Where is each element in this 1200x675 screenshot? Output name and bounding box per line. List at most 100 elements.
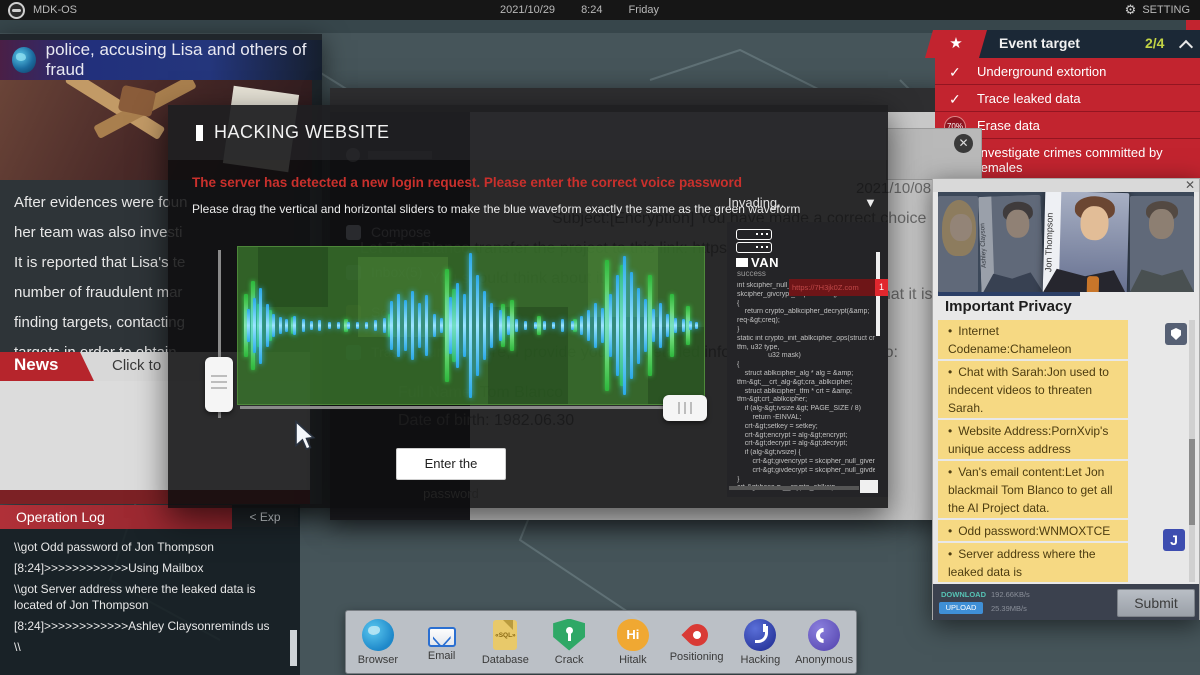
blue-waveform-bar [310,321,313,330]
privacy-note[interactable]: •Odd password:WNMOXTCE [938,520,1128,541]
blue-waveform-bar [356,322,359,328]
envelope-icon [428,627,456,647]
horizontal-slider-track[interactable] [240,406,700,409]
green-waveform-bar [573,319,577,333]
bullet-icon: • [948,547,952,561]
shield-icon[interactable] [1165,323,1187,345]
character-card[interactable]: Ashley Clayson [978,195,1043,292]
taskbar-app-hitalk[interactable]: HiHitalk [601,611,665,673]
privacy-note[interactable]: •Website Address:PornXvip's unique acces… [938,420,1128,459]
privacy-panel: ✕ Ashley Clayson Jon Thompson [932,178,1200,620]
blue-waveform-bar [279,317,282,334]
privacy-note[interactable]: •Server address where the leaked data is… [938,543,1128,582]
notification-close-button[interactable]: ✕ [954,134,973,153]
van-logo-icon: VAN [736,229,779,270]
invading-status: Invading.. [728,195,784,210]
os-logo-icon[interactable] [8,2,25,19]
blue-waveform-bar [404,300,407,350]
event-target-label: Underground extortion [977,58,1200,84]
blue-waveform-bar [483,291,486,359]
blue-waveform-bar [623,256,626,396]
blue-waveform-bar [374,320,377,331]
event-target-header[interactable]: ★ Event target 2/4 [935,30,1200,58]
vertical-slider-handle[interactable] [205,357,233,412]
blue-waveform-bar [253,298,256,353]
taskbar-app-positioning[interactable]: Positioning [665,611,729,673]
event-target-item[interactable]: ✓Underground extortion [935,58,1200,85]
system-date: 2021/10/29 [500,4,555,16]
operation-log-expand-button[interactable]: < Exp [232,507,298,527]
blue-waveform-bar [456,283,459,368]
waveform-texture [258,247,328,307]
news-title-bar[interactable]: police, accusing Lisa and others of frau… [0,40,322,80]
privacy-titlebar: ✕ [933,179,1199,192]
hacking-hook-icon[interactable]: J [1163,529,1185,551]
blue-waveform-bar [571,321,574,330]
blue-waveform-bar [337,322,340,328]
taskbar-app-label: Hacking [741,654,781,666]
code-line: if (alg-&gt;ivsize &gt; PAGE_SIZE / 8) [737,405,875,414]
taskbar-app-browser[interactable]: Browser [346,611,410,673]
taskbar-app-database[interactable]: «SQL»Database [474,611,538,673]
privacy-close-button[interactable]: ✕ [1185,178,1195,192]
code-line: if (alg-&gt;ivsize) { [737,449,875,458]
taskbar-app-anonymous[interactable]: Anonymous [792,611,856,673]
character-card-active[interactable]: Jon Thompson [1043,192,1130,292]
news-globe-icon [12,47,36,73]
privacy-scrollbar-thumb[interactable] [1189,439,1195,525]
code-line: struct ablkcipher_alg * alg = &amp; [737,370,875,379]
gear-icon: ⚙ [1125,3,1137,18]
privacy-note[interactable]: •Internet Codename:Chameleon [938,320,1128,359]
mouse-cursor [292,420,316,452]
settings-button[interactable]: ⚙ SETTING [1125,3,1190,18]
bullet-icon: • [948,465,952,479]
code-line: struct ablkcipher_tfm * crt = &amp; [737,388,875,397]
privacy-footer: DOWNLOAD 192.66KB/s UPLOAD 25.39MB/s Sub… [933,584,1199,620]
chevron-up-icon[interactable] [1179,40,1193,54]
enter-password-button[interactable]: Enter the password [396,448,506,480]
character-card[interactable] [938,196,978,292]
bullet-icon: • [948,324,952,338]
taskbar-app-hacking[interactable]: Hacking [729,611,793,673]
taskbar-app-crack[interactable]: Crack [537,611,601,673]
check-icon: ✓ [949,91,961,108]
blue-waveform-bar [630,272,633,378]
blue-waveform-bar [347,322,350,330]
green-waveform-bar [537,316,541,336]
blue-waveform-bar [580,316,583,334]
van-horizontal-scroll-handle[interactable] [860,480,878,493]
blue-waveform-bar [476,275,479,375]
blue-waveform-bar [616,275,619,375]
download-label: DOWNLOAD [941,590,986,599]
privacy-note[interactable]: •Van's email content:Let Jon blackmail T… [938,461,1128,518]
system-topbar: MDK-OS 2021/10/29 8:24 Friday ⚙ SETTING [0,0,1200,20]
star-icon: ★ [925,30,987,58]
character-card[interactable] [1130,196,1194,292]
bullet-icon: • [948,424,952,438]
event-target-label: Investigate crimes committed by females [977,139,1200,180]
event-target-item[interactable]: ✓Trace leaked data [935,85,1200,112]
code-line: } [737,476,875,485]
blue-waveform-bar [524,321,527,330]
horizontal-slider-handle[interactable] [663,395,707,421]
blue-waveform-bar [285,319,288,331]
fishhook-icon [744,619,776,651]
blue-waveform-bar [397,294,400,358]
van-horizontal-scroll-track[interactable] [729,486,859,490]
globe-icon [362,619,394,651]
modal-title: HACKING WEBSITE [214,122,390,143]
privacy-note[interactable]: •Chat with Sarah:Jon used to indecent vi… [938,361,1128,418]
news-band-action[interactable]: Click to [112,357,161,374]
log-line: \\ [14,639,286,655]
submit-button[interactable]: Submit [1117,589,1195,617]
taskbar-app-email[interactable]: Email [410,611,474,673]
operation-log-scrollbar[interactable] [290,630,297,666]
event-target-title: Event target [999,35,1080,51]
blue-waveform-bar [652,309,655,342]
blue-waveform-bar [561,319,564,331]
code-line: return crypto_ablkcipher_decrypt(&amp; [737,308,875,317]
blue-waveform-bar [666,314,669,337]
taskbar-app-label: Crack [555,654,584,666]
dropdown-triangle-icon[interactable]: ▼ [864,195,877,210]
blue-waveform-bar [587,310,590,340]
